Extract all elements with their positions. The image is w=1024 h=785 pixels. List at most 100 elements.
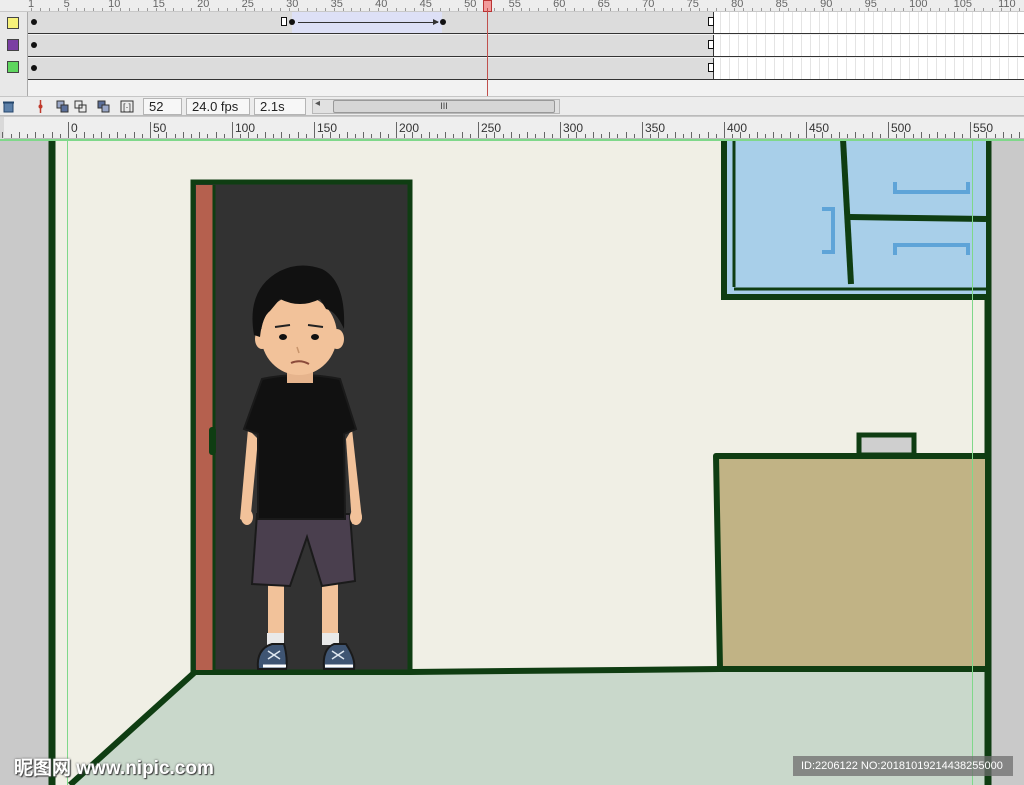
frame-tick <box>876 8 878 11</box>
frame-tick <box>342 8 344 11</box>
onion-skin-icon[interactable] <box>56 100 70 113</box>
ruler-tick <box>601 134 602 138</box>
frame-number-ruler[interactable]: 1 5 10 15 20 25 30 35 40 45 50 55 60 65 70 75 80 85 90 95 10… <box>0 0 1024 12</box>
frame-tick <box>654 8 655 11</box>
end-frame[interactable] <box>708 63 714 72</box>
ruler-tick <box>27 134 28 138</box>
keyframe[interactable] <box>289 19 295 25</box>
ruler-tick <box>215 132 217 138</box>
ruler-tick <box>822 132 824 138</box>
ruler-tick <box>18 132 20 138</box>
keyframe[interactable] <box>440 19 446 25</box>
guide-line-vertical-right[interactable] <box>972 139 973 785</box>
onion-skin-outline-icon[interactable] <box>74 100 88 113</box>
keyframe[interactable] <box>31 42 37 48</box>
ruler-tick <box>937 132 939 138</box>
keyframe[interactable] <box>31 65 37 71</box>
keyframe-end[interactable] <box>281 17 287 26</box>
ruler-tick <box>125 134 127 138</box>
ruler-tick <box>797 134 799 138</box>
current-frame-field[interactable]: 52 <box>143 98 182 115</box>
ruler-tick <box>51 132 53 138</box>
ruler-tick <box>674 132 676 138</box>
frame-number-label: 90 <box>820 0 833 10</box>
ruler-label: 50 <box>153 121 167 135</box>
ruler-tick <box>404 134 406 138</box>
ruler-tick <box>904 132 906 138</box>
frame-tick <box>1001 8 1003 11</box>
ruler-tick <box>773 132 775 138</box>
frame-rate-field[interactable]: 24.0 fps <box>186 98 250 115</box>
frame-tick <box>182 8 184 11</box>
frame-tick <box>751 8 753 11</box>
frame-number-label: 20 <box>197 0 210 10</box>
frame-tick <box>387 8 388 11</box>
ruler-label: 300 <box>563 121 584 135</box>
frame-tick <box>618 8 620 11</box>
edit-multiple-frames-icon[interactable] <box>97 100 111 113</box>
keyframe[interactable] <box>31 19 37 25</box>
ruler-tick <box>527 132 529 138</box>
ruler-tick <box>535 134 537 138</box>
end-frame[interactable] <box>708 17 714 26</box>
frame-tick <box>66 8 68 11</box>
frame-tick <box>333 8 335 11</box>
frame-tick <box>956 8 958 11</box>
ruler-tick <box>117 132 119 138</box>
ruler-tick <box>732 134 734 138</box>
ruler-tick <box>166 132 168 138</box>
trash-icon[interactable] <box>1 100 15 113</box>
frames-grid[interactable] <box>28 12 1024 82</box>
layer-track-2[interactable] <box>28 35 1024 57</box>
frame-tick <box>556 8 558 11</box>
ruler-tick <box>43 134 45 138</box>
frame-tick <box>253 8 255 11</box>
frame-tick <box>814 8 816 11</box>
ruler-tick <box>920 132 922 138</box>
ruler-tick <box>765 134 766 138</box>
frame-tick <box>743 8 744 11</box>
modify-onion-markers-icon[interactable]: [·] <box>120 100 134 113</box>
ruler-tick <box>428 132 430 138</box>
scroll-thumb[interactable]: III <box>333 100 555 113</box>
frame-number-label: 15 <box>152 0 165 10</box>
ruler-tick <box>133 132 135 138</box>
frame-number-label: 70 <box>642 0 655 10</box>
cabinet-handle <box>856 432 917 458</box>
layer-color-swatch-3[interactable] <box>7 61 19 73</box>
frame-tick <box>983 8 985 11</box>
frame-tick <box>449 8 451 11</box>
frame-tick <box>298 8 299 11</box>
ruler-tick <box>888 122 889 138</box>
frame-tick <box>226 8 228 11</box>
center-frame-icon[interactable] <box>33 100 47 113</box>
ruler-tick <box>264 132 266 138</box>
layer-track-3[interactable] <box>28 58 1024 80</box>
frame-tick <box>493 8 495 11</box>
frame-tick <box>1018 8 1020 11</box>
guide-line-vertical-left[interactable] <box>67 139 68 785</box>
frame-tick <box>903 8 905 11</box>
frame-tick <box>912 8 914 11</box>
frame-tick <box>84 8 86 11</box>
frame-tick <box>413 8 415 11</box>
stage[interactable] <box>0 139 1024 785</box>
ruler-tick <box>10 134 12 138</box>
frame-number-label: 65 <box>597 0 610 10</box>
ruler-tick <box>1002 132 1004 138</box>
stage-ruler[interactable]: 0 50 100 150 200 250 300 350 400 450 500 550 <box>0 117 1024 139</box>
layer-color-swatch-2[interactable] <box>7 39 19 51</box>
frame-tick <box>404 8 406 11</box>
frame-tick <box>244 8 246 11</box>
end-frame[interactable] <box>708 40 714 49</box>
frame-tick <box>511 8 513 11</box>
guide-line-horizontal[interactable] <box>0 139 1024 141</box>
frame-number-label: 10 <box>108 0 121 10</box>
ruler-tick <box>551 134 553 138</box>
frame-number-label: 95 <box>864 0 877 10</box>
frame-tick <box>324 8 326 11</box>
frame-tick <box>467 8 469 11</box>
layer-color-swatch-1[interactable] <box>7 17 19 29</box>
layer-track-1[interactable] <box>28 12 1024 34</box>
scroll-left-arrow[interactable]: ◂ <box>315 98 320 109</box>
